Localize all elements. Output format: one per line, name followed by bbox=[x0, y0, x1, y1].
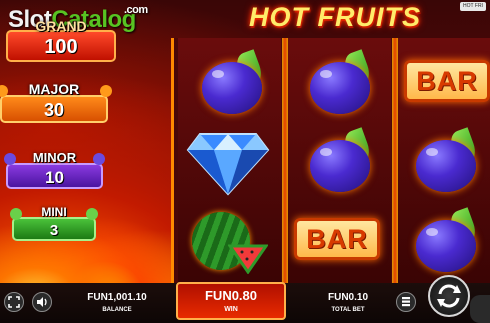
fullscreen-icon bbox=[8, 296, 20, 308]
plum-symbol bbox=[412, 127, 480, 194]
speaker-icon bbox=[37, 297, 47, 307]
game-screen: SlotCatalog .com GRAND 100 MAJOR 30 MINO… bbox=[0, 0, 490, 323]
plum-symbol bbox=[306, 49, 374, 116]
win-label: WIN bbox=[224, 306, 238, 313]
bar-text: BAR bbox=[306, 224, 368, 254]
balance-label: BALANCE bbox=[102, 307, 132, 313]
bet-settings-button[interactable] bbox=[396, 292, 416, 312]
corner-badge: HOT FRI bbox=[460, 2, 486, 11]
watermelon-symbol bbox=[192, 210, 272, 276]
reel-2: BAR bbox=[288, 38, 391, 283]
jackpot-minor: MINOR 10 bbox=[4, 150, 105, 189]
jackpot-mini-title: MINI bbox=[41, 205, 67, 219]
jackpot-minor-value: 10 bbox=[45, 168, 64, 187]
jackpot-grand-title: GRAND bbox=[35, 18, 87, 34]
bar-symbol: BAR bbox=[294, 218, 380, 260]
plum-symbol bbox=[412, 207, 480, 274]
jackpot-major-title: MAJOR bbox=[28, 81, 80, 97]
total-bet-value: FUN0.10 bbox=[327, 292, 368, 303]
reel-3: BAR bbox=[398, 38, 490, 283]
jackpot-mini: MINI 3 bbox=[10, 205, 98, 241]
spin-button[interactable] bbox=[428, 275, 470, 317]
jackpot-minor-title: MINOR bbox=[32, 150, 77, 165]
bar-text: BAR bbox=[416, 66, 478, 96]
bar-symbol: BAR bbox=[404, 60, 490, 102]
jackpot-major: MAJOR 30 bbox=[0, 81, 112, 123]
plum-symbol bbox=[306, 127, 374, 194]
reel-area: BAR BAR bbox=[171, 38, 490, 283]
jackpot-grand-value: 100 bbox=[44, 36, 78, 58]
win-value: FUN0.80 bbox=[204, 288, 258, 303]
jackpot-mini-value: 3 bbox=[49, 222, 59, 239]
fullscreen-button[interactable] bbox=[4, 292, 24, 312]
autoplay-tab[interactable] bbox=[470, 295, 490, 323]
sound-button[interactable] bbox=[32, 292, 52, 312]
reel-1 bbox=[178, 38, 281, 283]
diamond-symbol bbox=[186, 133, 270, 196]
jackpot-major-value: 30 bbox=[43, 100, 65, 120]
plum-symbol bbox=[198, 49, 266, 116]
jackpot-grand: GRAND 100 bbox=[6, 18, 116, 62]
coin-stack-icon bbox=[402, 297, 410, 307]
spin-arrows-icon bbox=[437, 284, 461, 308]
logo-text-tld: .com bbox=[124, 4, 148, 16]
win-display: FUN0.80 WIN bbox=[176, 282, 286, 320]
game-title: HOT FRUITS bbox=[249, 2, 421, 32]
balance-value: FUN1,001.10 bbox=[87, 292, 147, 303]
total-bet-label: TOTAL BET bbox=[331, 307, 365, 313]
